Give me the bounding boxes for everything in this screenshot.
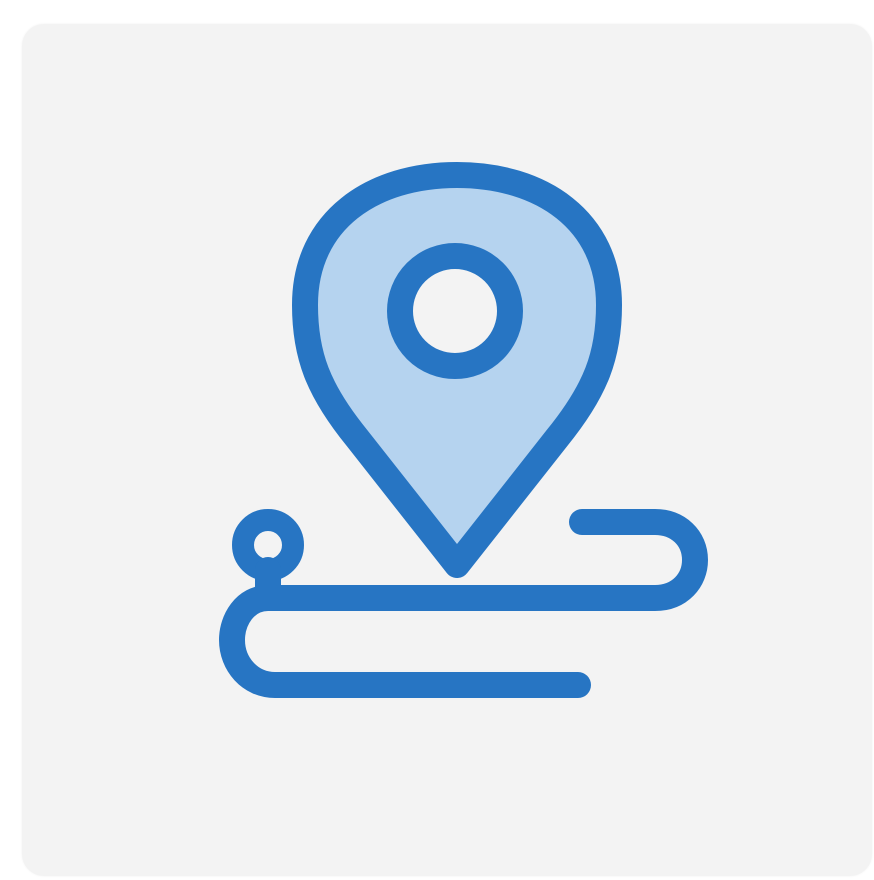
pin-center-circle-icon [387,243,523,379]
canvas [0,0,874,880]
location-route-icon [0,0,874,880]
